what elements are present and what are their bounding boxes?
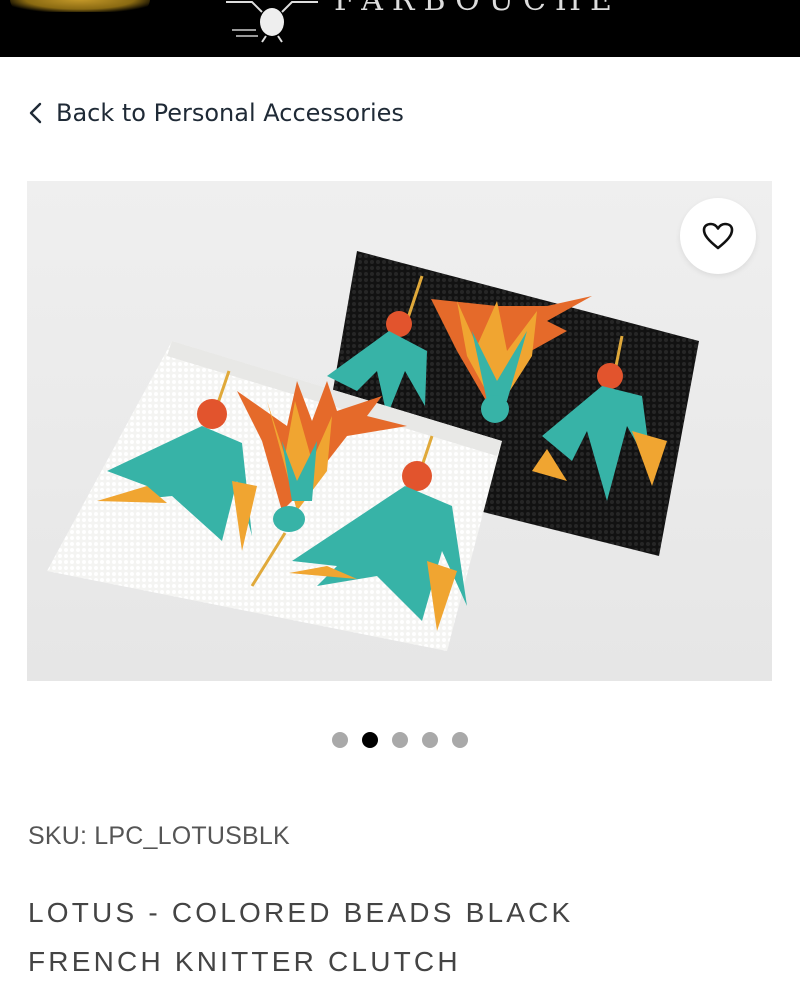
favorite-button[interactable] [680, 198, 756, 274]
top-header: FARBOUCHE [0, 0, 800, 57]
gallery-dot-4[interactable] [422, 732, 438, 748]
product-title-line-2: FRENCH KNITTER CLUTCH [28, 946, 461, 977]
product-title: LOTUS - COLORED BEADS BLACK FRENCH KNITT… [28, 888, 768, 986]
gallery-pagination [332, 732, 468, 748]
product-image-gallery[interactable] [27, 181, 772, 681]
product-title-line-1: LOTUS - COLORED BEADS BLACK [28, 897, 574, 928]
product-photo[interactable] [27, 181, 772, 681]
brand-wordmark[interactable]: FARBOUCHE [334, 0, 621, 18]
gallery-dot-3[interactable] [392, 732, 408, 748]
product-sku: SKU: LPC_LOTUSBLK [28, 822, 290, 850]
chevron-left-icon [29, 102, 42, 124]
back-to-category-link[interactable]: Back to Personal Accessories [26, 96, 404, 130]
gallery-dot-1[interactable] [332, 732, 348, 748]
gallery-dot-2[interactable] [362, 732, 378, 748]
heart-icon [702, 222, 734, 250]
bird-logo-icon[interactable] [222, 0, 322, 44]
gallery-dot-5[interactable] [452, 732, 468, 748]
menu-highlight[interactable] [10, 0, 150, 12]
back-link-label: Back to Personal Accessories [56, 99, 404, 127]
